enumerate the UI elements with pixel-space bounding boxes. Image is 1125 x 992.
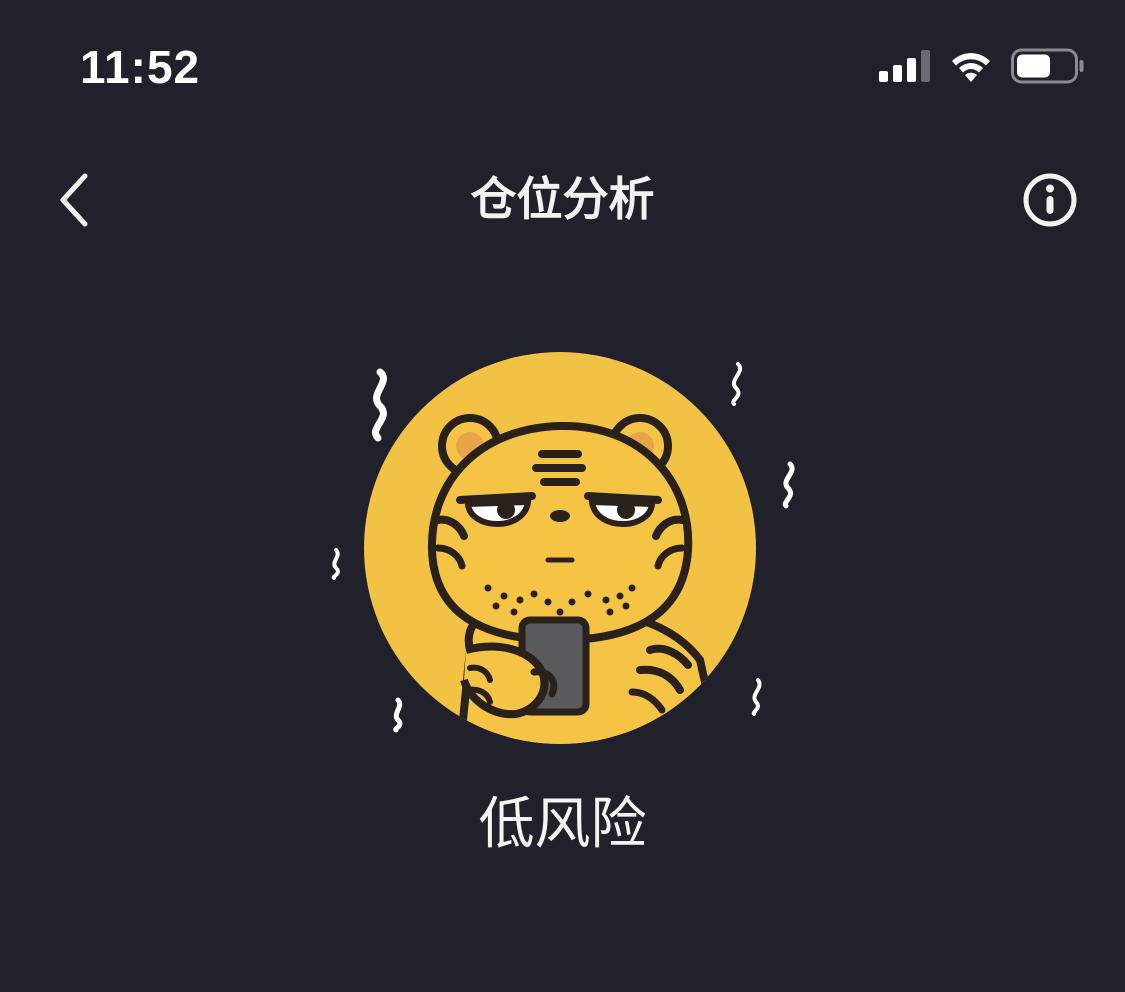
wifi-icon [947, 48, 995, 88]
status-icons [863, 48, 1085, 88]
risk-level-label: 低风险 [478, 792, 647, 857]
info-circle-icon [1023, 173, 1077, 227]
page-title: 仓位分析 [470, 172, 655, 226]
status-bar: 11:52 [0, 0, 1125, 140]
screen: 11:52 仓位分析 低风险 [0, 0, 1125, 992]
status-time: 11:52 [80, 41, 201, 93]
info-button[interactable] [1015, 165, 1085, 235]
tiger-mascot-icon [331, 352, 795, 744]
risk-avatar [320, 350, 805, 750]
battery-icon [1011, 48, 1085, 88]
nav-bar: 仓位分析 [0, 150, 1125, 250]
cellular-signal-icon [879, 49, 931, 87]
